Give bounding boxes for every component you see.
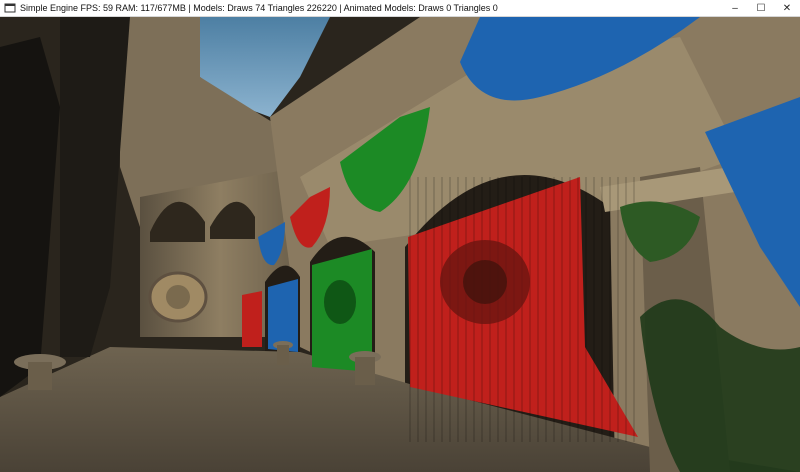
scene-render <box>0 17 800 472</box>
app-window-icon <box>4 3 16 13</box>
minimize-icon: – <box>732 2 738 14</box>
maximize-button[interactable]: ☐ <box>748 0 774 16</box>
maximize-icon: ☐ <box>756 2 766 14</box>
window-title: Simple Engine FPS: 59 RAM: 117/677MB | M… <box>20 3 498 13</box>
close-icon: ✕ <box>782 2 792 14</box>
close-button[interactable]: ✕ <box>774 0 800 16</box>
minimize-button[interactable]: – <box>722 0 748 16</box>
banner-red-small <box>242 291 262 347</box>
render-viewport[interactable] <box>0 17 800 472</box>
window-titlebar: Simple Engine FPS: 59 RAM: 117/677MB | M… <box>0 0 800 17</box>
